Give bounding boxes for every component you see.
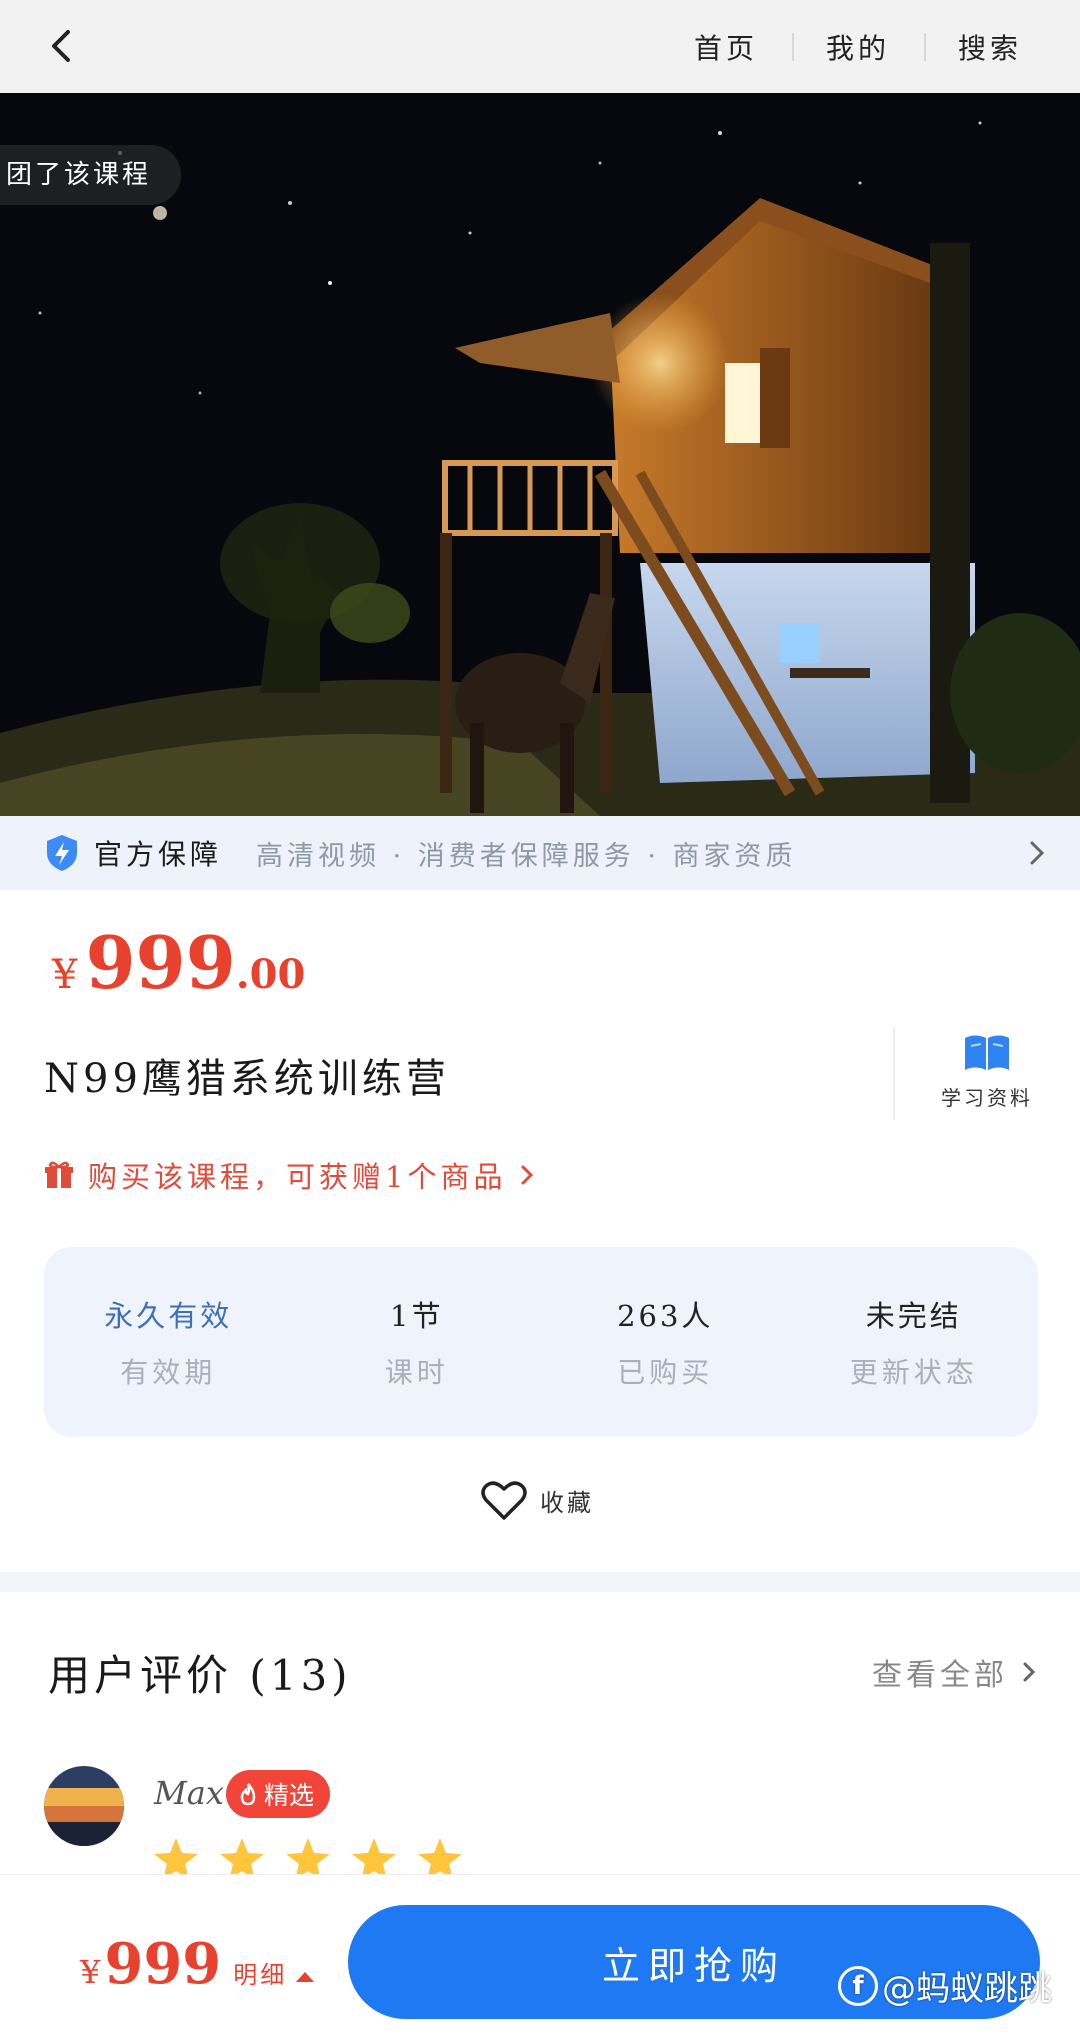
price-symbol: ¥ (52, 952, 78, 998)
caret-up-icon (296, 1972, 315, 1982)
flame-icon (240, 1783, 256, 1806)
featured-badge: 精选 (226, 1770, 331, 1818)
chevron-left-icon (52, 30, 70, 62)
bottom-price: ¥ 999 明细 (80, 1931, 315, 1997)
book-icon (965, 1035, 1009, 1070)
favorite-label: 收藏 (540, 1488, 594, 1517)
heart-icon (481, 1481, 527, 1520)
stat-validity: 永久有效 有效期 (44, 1293, 293, 1391)
view-all-label: 查看全部 (872, 1658, 1008, 1693)
price-integer: 999 (85, 920, 236, 1005)
gift-offer-text: 购买该课程，可获赠1个商品 (88, 1160, 507, 1194)
official-guarantee-bar[interactable]: 官方保障 高清视频 · 消费者保障服务 · 商家资质 (0, 816, 1080, 890)
study-materials-button[interactable]: 学习资料 (912, 1032, 1062, 1111)
stat-label: 课时 (384, 1356, 449, 1389)
stat-label: 有效期 (120, 1356, 217, 1389)
gift-offer-link[interactable]: 购买该课程，可获赠1个商品 (44, 1154, 534, 1196)
stat-purchased: 263人 已购买 (541, 1293, 790, 1391)
shield-lightning-icon (47, 835, 77, 871)
watermark: f @蚂蚁跳跳 (838, 1961, 1052, 2010)
course-cover-image[interactable]: 团了该课程 (0, 93, 1080, 816)
buyer-notice-pill: 团了该课程 (0, 145, 182, 205)
nav-home-link[interactable]: 首页 (660, 27, 792, 67)
gift-icon (45, 1161, 73, 1188)
view-all-reviews-link[interactable]: 查看全部 (872, 1650, 1036, 1694)
stat-label: 更新状态 (849, 1356, 978, 1389)
sunset-avatar-image (44, 1766, 124, 1846)
featured-badge-label: 精选 (264, 1781, 315, 1810)
bottom-price-value: 999 (104, 1931, 222, 1997)
stat-update-status: 未完结 更新状态 (790, 1293, 1039, 1391)
stat-value: 未完结 (865, 1299, 962, 1333)
reviewer-avatar[interactable] (44, 1766, 124, 1846)
chevron-right-icon (1030, 841, 1045, 865)
stat-value: 263人 (617, 1299, 714, 1333)
bottom-purchase-bar: ¥ 999 明细 立即抢购 f @蚂蚁跳跳 (0, 1874, 1080, 2044)
reviews-title: 用户评价 (13) (48, 1651, 352, 1700)
nav-mine-link[interactable]: 我的 (791, 27, 924, 67)
stat-label: 已购买 (617, 1356, 714, 1389)
bottom-price-symbol: ¥ (80, 1953, 101, 1991)
watermark-logo-icon: f (838, 1965, 878, 2006)
title-divider (893, 1028, 895, 1120)
watermark-text: @蚂蚁跳跳 (882, 1969, 1052, 2009)
guarantee-items: 高清视频 · 消费者保障服务 · 商家资质 (256, 840, 797, 872)
course-stats-card: 永久有效 有效期 1节 课时 263人 已购买 未完结 更新状态 (44, 1247, 1038, 1437)
stat-value: 永久有效 (104, 1299, 233, 1333)
product-price: ¥ 999 .00 (52, 920, 305, 1005)
back-button[interactable] (32, 18, 88, 74)
nav-search-link[interactable]: 搜索 (923, 27, 1056, 67)
price-detail-toggle[interactable]: 明细 (233, 1955, 287, 1990)
nav-links: 首页 我的 搜索 (660, 0, 1056, 93)
favorite-button[interactable]: 收藏 (480, 1478, 594, 1522)
price-decimal: .00 (235, 951, 306, 998)
guarantee-title: 官方保障 (94, 838, 223, 871)
course-title: N99鹰猎系统训练营 (44, 1056, 450, 1102)
stat-value: 1节 (390, 1299, 444, 1333)
study-materials-label: 学习资料 (941, 1086, 1033, 1110)
stat-lessons: 1节 课时 (293, 1293, 542, 1391)
top-nav-bar: 首页 我的 搜索 (0, 0, 1080, 93)
chevron-right-icon (1023, 1662, 1036, 1682)
section-divider (0, 1572, 1080, 1592)
reviewer-name: Max (154, 1774, 224, 1812)
chevron-right-icon (521, 1165, 534, 1185)
